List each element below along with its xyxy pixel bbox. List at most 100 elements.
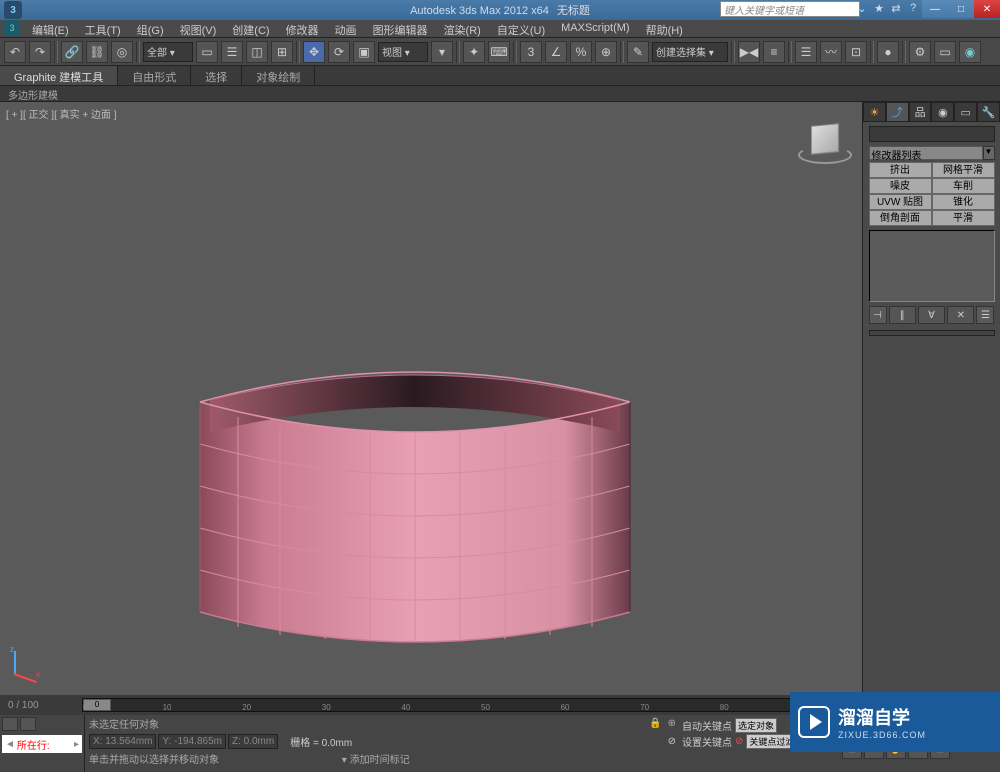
help-dropdown-icon[interactable]: ⌄ (855, 2, 869, 16)
layers-button[interactable]: ☰ (795, 41, 817, 63)
key-target-dropdown[interactable]: 选定对象 (735, 718, 777, 733)
menu-edit[interactable]: 编辑(E) (24, 20, 77, 37)
menu-tools[interactable]: 工具(T) (77, 20, 129, 37)
menu-rendering[interactable]: 渲染(R) (436, 20, 489, 37)
timeline-track[interactable]: 0 01020 304050 607080 90 (82, 698, 880, 712)
align-button[interactable]: ≡ (763, 41, 785, 63)
key-icon[interactable]: ⊘ (735, 736, 743, 747)
mirror-button[interactable]: ▶◀ (738, 41, 760, 63)
spinner-snap-button[interactable]: ⊕ (595, 41, 617, 63)
object-name-input[interactable] (869, 126, 995, 142)
mod-meshsmooth-button[interactable]: 网格平滑 (932, 162, 995, 178)
undo-button[interactable]: ↶ (4, 41, 26, 63)
mod-bevel-button[interactable]: 倒角剖面 (869, 210, 932, 226)
script-icon[interactable] (2, 717, 18, 731)
mod-lathe-button[interactable]: 车削 (932, 178, 995, 194)
menu-help[interactable]: 帮助(H) (638, 20, 691, 37)
coord-x-input[interactable]: X: 13.564mm (89, 734, 156, 749)
configure-button[interactable]: ☰ (976, 306, 994, 324)
menu-modifiers[interactable]: 修改器 (278, 20, 327, 37)
move-button[interactable]: ✥ (303, 41, 325, 63)
scale-button[interactable]: ▣ (353, 41, 375, 63)
menu-customize[interactable]: 自定义(U) (489, 20, 553, 37)
make-unique-button[interactable]: ∀ (918, 306, 945, 324)
isolate-icon[interactable]: ⊕ (668, 718, 676, 729)
link-button[interactable]: 🔗 (61, 41, 83, 63)
auto-key-button[interactable]: 自动关键点 (682, 718, 732, 733)
minimize-button[interactable]: — (922, 0, 948, 18)
mod-smooth-button[interactable]: 平滑 (932, 210, 995, 226)
mod-extrude-button[interactable]: 挤出 (869, 162, 932, 178)
viewport[interactable]: [ + ][ 正交 ][ 真实 + 边面 ] (0, 102, 862, 695)
coord-z-input[interactable]: Z: 0.0mm (228, 734, 278, 749)
named-selection-dropdown[interactable]: 创建选择集 ▾ (652, 42, 728, 62)
menu-maxscript[interactable]: MAXScript(M) (553, 20, 637, 37)
angle-snap-button[interactable]: ∠ (545, 41, 567, 63)
select-name-button[interactable]: ☰ (221, 41, 243, 63)
ribbon-tab-freeform[interactable]: 自由形式 (118, 66, 191, 85)
edit-named-sel-button[interactable]: ✎ (627, 41, 649, 63)
motion-tab-icon[interactable]: ◉ (931, 102, 954, 122)
remove-mod-button[interactable]: ✕ (947, 306, 974, 324)
ribbon-tab-selection[interactable]: 选择 (191, 66, 242, 85)
help-search-input[interactable]: 键入关键字或短语 (720, 1, 860, 17)
unlink-button[interactable]: ⛓ (86, 41, 108, 63)
time-tag-icon[interactable]: ⊘ (668, 736, 676, 747)
mod-taper-button[interactable]: 锥化 (932, 194, 995, 210)
modifier-dropdown-arrow-icon[interactable]: ▼ (983, 146, 995, 160)
ribbon-tab-graphite[interactable]: Graphite 建模工具 (0, 66, 118, 85)
script-listener-input[interactable]: ◄所在行:▸ (2, 735, 82, 753)
exchange-icon[interactable]: ⇄ (889, 2, 903, 16)
select-region-button[interactable]: ◫ (246, 41, 268, 63)
percent-snap-button[interactable]: % (570, 41, 592, 63)
show-result-button[interactable]: ∥ (889, 306, 916, 324)
menu-views[interactable]: 视图(V) (172, 20, 225, 37)
star-icon[interactable]: ★ (872, 2, 886, 16)
menu-group[interactable]: 组(G) (129, 20, 172, 37)
keyboard-shortcut-button[interactable]: ⌨ (488, 41, 510, 63)
application-menu-icon[interactable]: 3 (4, 20, 20, 36)
utilities-tab-icon[interactable]: 🔧 (977, 102, 1000, 122)
menu-create[interactable]: 创建(C) (224, 20, 277, 37)
curve-editor-button[interactable]: 〰 (820, 41, 842, 63)
listener-icon[interactable] (20, 717, 36, 731)
coord-y-input[interactable]: Y: -194.865m (158, 734, 225, 749)
selection-filter-dropdown[interactable]: 全部 ▾ (143, 42, 193, 62)
snap-button[interactable]: 3 (520, 41, 542, 63)
material-editor-button[interactable]: ● (877, 41, 899, 63)
render-setup-button[interactable]: ⚙ (909, 41, 931, 63)
lock-selection-icon[interactable]: 🔒 (649, 718, 661, 729)
add-time-tag-button[interactable]: ▾ 添加时间标记 (342, 755, 410, 766)
render-button[interactable]: ◉ (959, 41, 981, 63)
viewport-label[interactable]: [ + ][ 正交 ][ 真实 + 边面 ] (6, 106, 117, 121)
manipulate-button[interactable]: ✦ (463, 41, 485, 63)
schematic-button[interactable]: ⊡ (845, 41, 867, 63)
pin-stack-button[interactable]: ⊣ (869, 306, 887, 324)
redo-button[interactable]: ↷ (29, 41, 51, 63)
ribbon-panel-label[interactable]: 多边形建模 (0, 86, 1000, 102)
cylinder-object[interactable] (190, 332, 640, 672)
modify-tab-icon[interactable]: ⤴ (886, 102, 909, 122)
bind-button[interactable]: ◎ (111, 41, 133, 63)
maximize-button[interactable]: □ (948, 0, 974, 18)
modifier-list-dropdown[interactable]: 修改器列表 (869, 146, 983, 160)
rotate-button[interactable]: ⟳ (328, 41, 350, 63)
menu-animation[interactable]: 动画 (327, 20, 365, 37)
select-button[interactable]: ▭ (196, 41, 218, 63)
ref-coord-dropdown[interactable]: 视图 ▾ (378, 42, 428, 62)
hierarchy-tab-icon[interactable]: 品 (909, 102, 932, 122)
close-button[interactable]: ✕ (974, 0, 1000, 18)
set-key-button[interactable]: 设置关键点 (682, 734, 732, 749)
pivot-button[interactable]: ▾ (431, 41, 453, 63)
mod-skin-button[interactable]: 噪皮 (869, 178, 932, 194)
ribbon-tab-paint[interactable]: 对象绘制 (242, 66, 315, 85)
modifier-stack[interactable] (869, 230, 995, 302)
info-icon[interactable]: ? (906, 2, 920, 16)
render-frame-button[interactable]: ▭ (934, 41, 956, 63)
rollout-divider[interactable] (869, 330, 995, 336)
window-crossing-button[interactable]: ⊞ (271, 41, 293, 63)
viewcube[interactable] (802, 120, 848, 166)
mod-uvw-button[interactable]: UVW 贴图 (869, 194, 932, 210)
menu-graph-editors[interactable]: 图形编辑器 (365, 20, 436, 37)
create-tab-icon[interactable]: ☀ (863, 102, 886, 122)
